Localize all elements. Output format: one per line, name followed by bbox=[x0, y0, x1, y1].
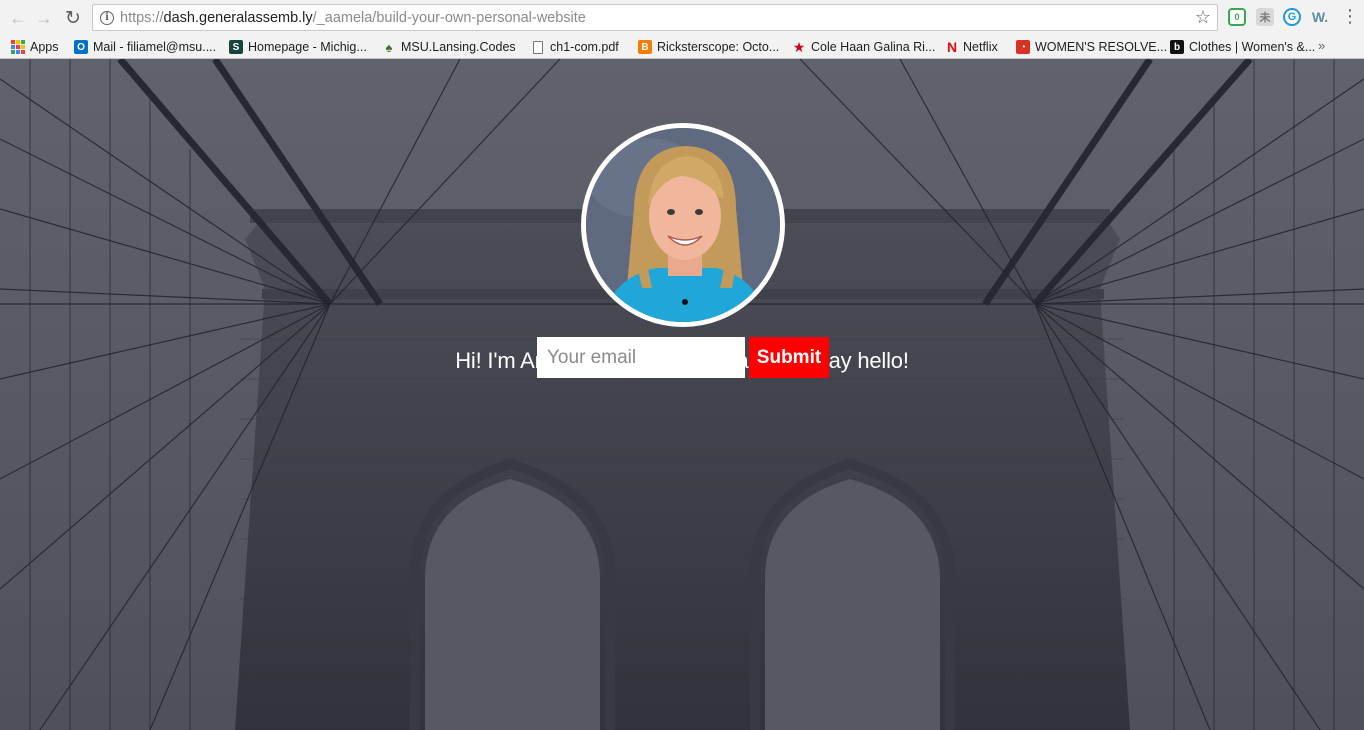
grammarly-extension-label: G bbox=[1287, 11, 1297, 23]
bookmark-clothes[interactable]: b Clothes | Women's &... bbox=[1170, 38, 1315, 56]
submit-button[interactable]: Submit bbox=[749, 337, 829, 378]
bookmark-cole-haan[interactable]: ★ Cole Haan Galina Ri... bbox=[792, 38, 936, 56]
evernote-extension-icon[interactable]: 0 bbox=[1228, 8, 1246, 26]
document-icon bbox=[533, 40, 543, 54]
blogger-icon: B bbox=[638, 40, 652, 54]
bookmark-label: Netflix bbox=[963, 40, 998, 54]
bookmark-label: Mail - filiamel@msu.... bbox=[93, 40, 217, 54]
url-host: dash.generalassemb.ly bbox=[163, 9, 313, 26]
back-arrow-icon[interactable]: ← bbox=[7, 7, 29, 29]
address-bar[interactable]: i https://dash.generalassemb.ly/_aamela/… bbox=[92, 4, 1218, 31]
kanji-extension-label: 未 bbox=[1259, 12, 1271, 24]
b-logo-icon: b bbox=[1170, 40, 1184, 54]
bookmark-ricksterscope[interactable]: B Ricksterscope: Octo... bbox=[638, 38, 779, 56]
bookmark-label: Ricksterscope: Octo... bbox=[657, 40, 780, 54]
reload-icon[interactable]: ↻ bbox=[62, 7, 84, 29]
star-bookmark-icon: ★ bbox=[792, 38, 806, 55]
bookmark-label: MSU.Lansing.Codes bbox=[401, 40, 516, 54]
evernote-badge: 0 bbox=[1234, 12, 1240, 22]
email-input[interactable] bbox=[537, 337, 745, 378]
forward-arrow-icon[interactable]: → bbox=[33, 7, 55, 29]
bookmarks-overflow-icon[interactable]: » bbox=[1318, 38, 1325, 53]
url-scheme: https:// bbox=[120, 9, 164, 26]
bookmark-lansing-codes[interactable]: ♠ MSU.Lansing.Codes bbox=[382, 38, 516, 56]
bookmark-label: Homepage - Michig... bbox=[248, 40, 367, 54]
bookmark-label: Clothes | Women's &... bbox=[1189, 40, 1316, 54]
bookmark-label: WOMEN'S RESOLVE... bbox=[1035, 40, 1168, 54]
netflix-icon: N bbox=[946, 39, 958, 55]
browser-menu-icon[interactable]: ⋮ bbox=[1341, 7, 1359, 25]
wappalyzer-extension-label: W. bbox=[1311, 9, 1329, 25]
bookmark-apps[interactable]: Apps bbox=[11, 38, 59, 56]
bookmark-star-icon[interactable]: ☆ bbox=[1195, 7, 1211, 28]
bookmark-label: ch1-com.pdf bbox=[550, 40, 619, 54]
grammarly-extension-icon[interactable]: G bbox=[1283, 8, 1301, 26]
url-path: /_aamela/build-your-own-personal-website bbox=[312, 9, 586, 26]
bookmark-label: Cole Haan Galina Ri... bbox=[811, 40, 936, 54]
browser-toolbar: ← → ↻ i https://dash.generalassemb.ly/_a… bbox=[0, 0, 1364, 35]
kanji-extension-icon[interactable]: 未 bbox=[1256, 8, 1274, 26]
site-info-icon[interactable]: i bbox=[100, 10, 114, 25]
hero-section: Hi! I'm Anna, a NYC-based marketer. Say … bbox=[0, 59, 1364, 730]
rss-icon: ◔ bbox=[1016, 40, 1030, 54]
url-text[interactable]: https://dash.generalassemb.ly/_aamela/bu… bbox=[120, 10, 586, 26]
apps-grid-icon bbox=[11, 40, 25, 54]
bookmark-msu-homepage[interactable]: S Homepage - Michig... bbox=[229, 38, 367, 56]
msu-spartan-icon: S bbox=[229, 40, 243, 54]
bookmark-mail[interactable]: O Mail - filiamel@msu.... bbox=[74, 38, 216, 56]
bookmarks-bar: Apps O Mail - filiamel@msu.... S Homepag… bbox=[0, 35, 1364, 59]
bookmark-netflix[interactable]: N Netflix bbox=[946, 38, 998, 56]
wappalyzer-extension-icon[interactable]: W. bbox=[1309, 8, 1331, 26]
bookmark-label: Apps bbox=[30, 40, 59, 54]
lansing-codes-icon: ♠ bbox=[385, 39, 393, 55]
profile-photo bbox=[581, 123, 785, 327]
outlook-icon: O bbox=[74, 40, 88, 54]
bookmark-womens-resolve[interactable]: ◔ WOMEN'S RESOLVE... bbox=[1016, 38, 1167, 56]
bookmark-ch1-pdf[interactable]: ch1-com.pdf bbox=[533, 38, 619, 56]
